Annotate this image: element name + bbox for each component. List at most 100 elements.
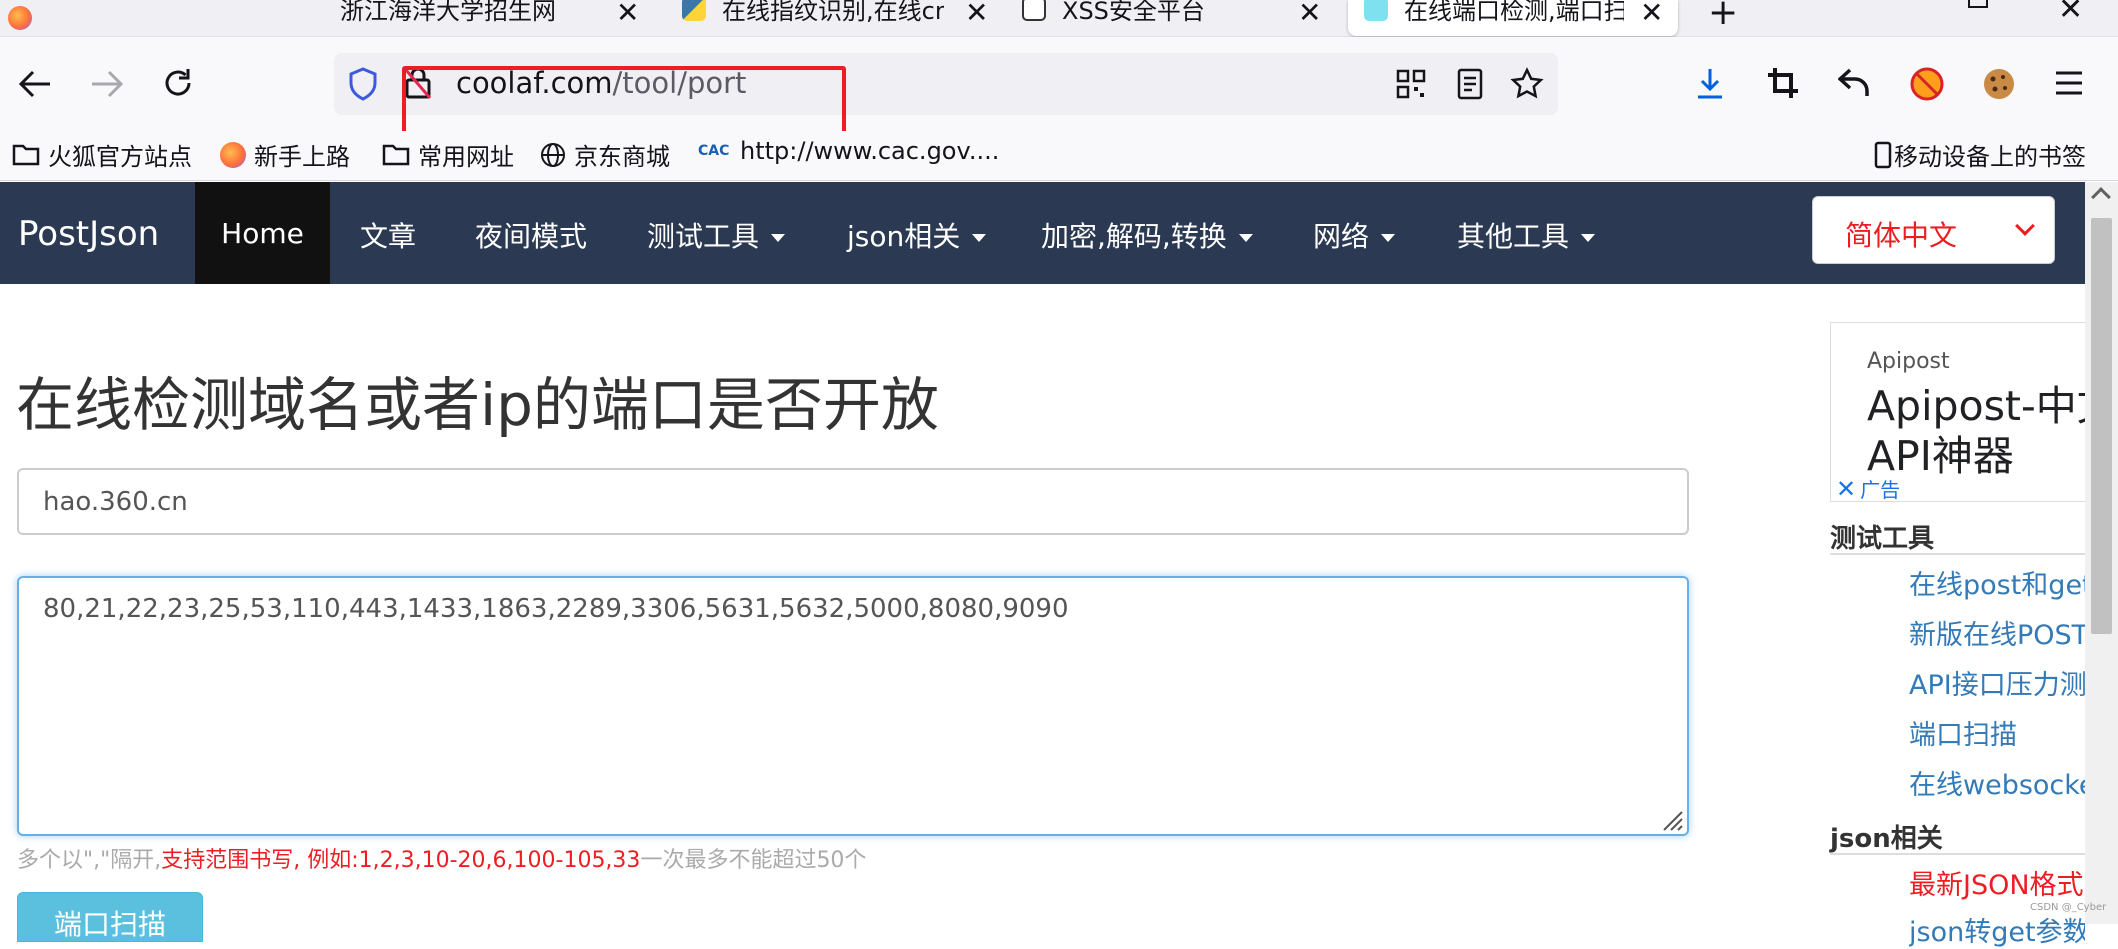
reader-view-icon[interactable]	[1456, 68, 1484, 100]
url-path: /tool/port	[612, 66, 747, 100]
caret-down-icon	[1381, 234, 1396, 242]
bookmark-label: 新手上路	[254, 143, 350, 171]
port-scan-button[interactable]: 端口扫描	[17, 892, 203, 942]
bookmark-label: 常用网址	[418, 143, 514, 171]
firefox-icon	[8, 6, 32, 30]
browser-tab-3[interactable]: XSS安全平台 ✕	[1022, 0, 1322, 36]
help-prefix: 多个以","隔开,	[17, 848, 162, 873]
mobile-bookmarks-label: 移动设备上的书签	[1894, 143, 2086, 171]
close-icon[interactable]: ✕	[1298, 0, 1321, 29]
sidebar-link[interactable]: 最新JSON格式	[1909, 863, 2085, 902]
help-limit: 一次最多不能超过50个	[640, 848, 867, 873]
blocker-icon[interactable]	[1909, 66, 1945, 102]
caret-down-icon	[1238, 234, 1253, 242]
folder-icon	[12, 144, 40, 165]
scrollbar-thumb[interactable]	[2091, 218, 2112, 634]
sidebar-link[interactable]: API接口压力测	[1909, 663, 2085, 702]
folder-icon	[382, 144, 410, 165]
ad-brand: Apipost	[1867, 349, 1950, 374]
resize-grip-icon[interactable]	[1656, 804, 1684, 832]
sidebar-heading-json: json相关	[1830, 824, 1943, 854]
reload-icon[interactable]	[161, 66, 195, 100]
close-icon[interactable]: ✕	[616, 0, 639, 29]
site-navbar: PostJson Home 文章 夜间模式 测试工具 json相关 加密,解码,…	[0, 182, 2085, 284]
bookmark-item[interactable]: 京东商城	[540, 137, 670, 172]
insecure-lock-icon[interactable]	[404, 66, 432, 100]
nav-home[interactable]: Home	[195, 182, 330, 284]
sidebar-link[interactable]: json转get参数	[1909, 910, 2085, 949]
nav-other-tools-label: 其他工具	[1457, 220, 1570, 253]
back-arrow-icon[interactable]	[18, 68, 52, 100]
star-bookmark-icon[interactable]	[1510, 67, 1544, 101]
host-input[interactable]	[17, 468, 1689, 535]
bookmark-item[interactable]: CAC http://www.cac.gov....	[698, 137, 999, 165]
url-text[interactable]: coolaf.com/tool/port	[456, 66, 746, 100]
close-icon[interactable]: ✕	[1836, 475, 1856, 503]
nav-night-mode[interactable]: 夜间模式	[475, 215, 587, 255]
close-icon[interactable]: ✕	[965, 0, 988, 29]
nav-network[interactable]: 网络	[1313, 215, 1396, 255]
sidebar-link[interactable]: 端口扫描	[1909, 713, 2085, 752]
sidebar-heading-test-tools: 测试工具	[1830, 524, 1935, 554]
nav-json-label: json相关	[847, 220, 961, 253]
sidebar-link[interactable]: 新版在线POST	[1909, 613, 2085, 652]
site-brand[interactable]: PostJson	[18, 214, 159, 254]
ad-label-text: 广告	[1860, 478, 1901, 502]
pj-icon	[1364, 0, 1388, 21]
browser-tab-firefox[interactable]	[0, 0, 40, 36]
close-icon[interactable]: ✕	[1640, 0, 1663, 29]
globe-icon	[541, 142, 565, 167]
browser-tab-active[interactable]: 在线端口检测,端口扫描 ✕	[1348, 0, 1678, 36]
divider	[1830, 553, 2085, 555]
chevron-down-icon	[2015, 216, 2035, 236]
divider	[1830, 853, 2085, 855]
help-range-example: 支持范围书写, 例如:1,2,3,10-20,6,100-105,33	[161, 848, 641, 873]
ad-title-line2: API神器	[1867, 432, 2014, 480]
watermark: CSDN @_Cyber	[2030, 902, 2107, 913]
qr-code-icon[interactable]	[1396, 69, 1426, 99]
browser-tab-2[interactable]: 在线指纹识别,在线cms ✕	[682, 0, 992, 36]
nav-test-tools[interactable]: 测试工具	[647, 215, 786, 255]
tab-title: XSS安全平台	[1062, 0, 1205, 25]
help-text: 多个以","隔开,支持范围书写, 例如:1,2,3,10-20,6,100-10…	[17, 842, 866, 874]
shield-icon[interactable]	[348, 67, 378, 101]
ad-title: Apipost-中文版API神器	[1867, 381, 2085, 481]
caret-down-icon	[1581, 234, 1596, 242]
nav-other-tools[interactable]: 其他工具	[1457, 215, 1596, 255]
nav-articles[interactable]: 文章	[360, 215, 416, 255]
forward-arrow-icon[interactable]	[90, 68, 124, 100]
restore-window-icon[interactable]	[1968, 0, 1988, 8]
bookmarks-toolbar: 火狐官方站点 新手上路 常用网址 京东商城 CAC http://www.cac…	[0, 131, 2118, 181]
bookmark-item[interactable]: 新手上路	[220, 137, 350, 172]
mobile-bookmarks[interactable]: 移动设备上的书签	[1874, 137, 2086, 172]
python-icon	[682, 0, 706, 21]
firefox-icon	[220, 141, 246, 168]
nav-test-tools-label: 测试工具	[647, 220, 760, 253]
ports-textarea[interactable]: 80,21,22,23,25,53,110,443,1433,1863,2289…	[17, 576, 1689, 836]
nav-json[interactable]: json相关	[847, 215, 987, 255]
download-icon[interactable]	[1694, 66, 1726, 102]
language-select[interactable]: 简体中文	[1812, 196, 2055, 264]
nav-encode[interactable]: 加密,解码,转换	[1041, 215, 1253, 255]
sidebar-link[interactable]: 在线websocket	[1909, 763, 2085, 802]
language-select-value: 简体中文	[1845, 219, 1958, 252]
mobile-device-icon	[1874, 141, 1892, 168]
address-bar[interactable]: coolaf.com/tool/port	[334, 53, 1558, 115]
browser-tab-1[interactable]: 浙江海洋大学招生网 ✕	[340, 0, 640, 36]
undo-arrow-icon[interactable]	[1838, 68, 1872, 98]
bookmark-item[interactable]: 火狐官方站点	[12, 137, 192, 172]
cac-icon: CAC	[698, 143, 730, 159]
bookmark-item[interactable]: 常用网址	[382, 137, 514, 172]
ad-label[interactable]: ✕ 广告	[1836, 474, 1900, 503]
caret-down-icon	[972, 234, 987, 242]
crop-screenshot-icon[interactable]	[1766, 66, 1800, 100]
tab-title: 在线端口检测,端口扫描	[1404, 0, 1624, 25]
sidebar-link[interactable]: 在线post和get	[1909, 563, 2085, 602]
nav-network-label: 网络	[1313, 220, 1370, 253]
hamburger-menu-icon[interactable]	[2054, 70, 2084, 96]
close-window-icon[interactable]: ✕	[2058, 0, 2083, 27]
ad-title-line1: Apipost-中文版	[1867, 382, 2085, 430]
cookie-icon[interactable]	[1981, 66, 2017, 102]
plus-icon[interactable]: +	[1708, 0, 1738, 33]
bookmark-label: http://www.cac.gov....	[740, 137, 1000, 165]
